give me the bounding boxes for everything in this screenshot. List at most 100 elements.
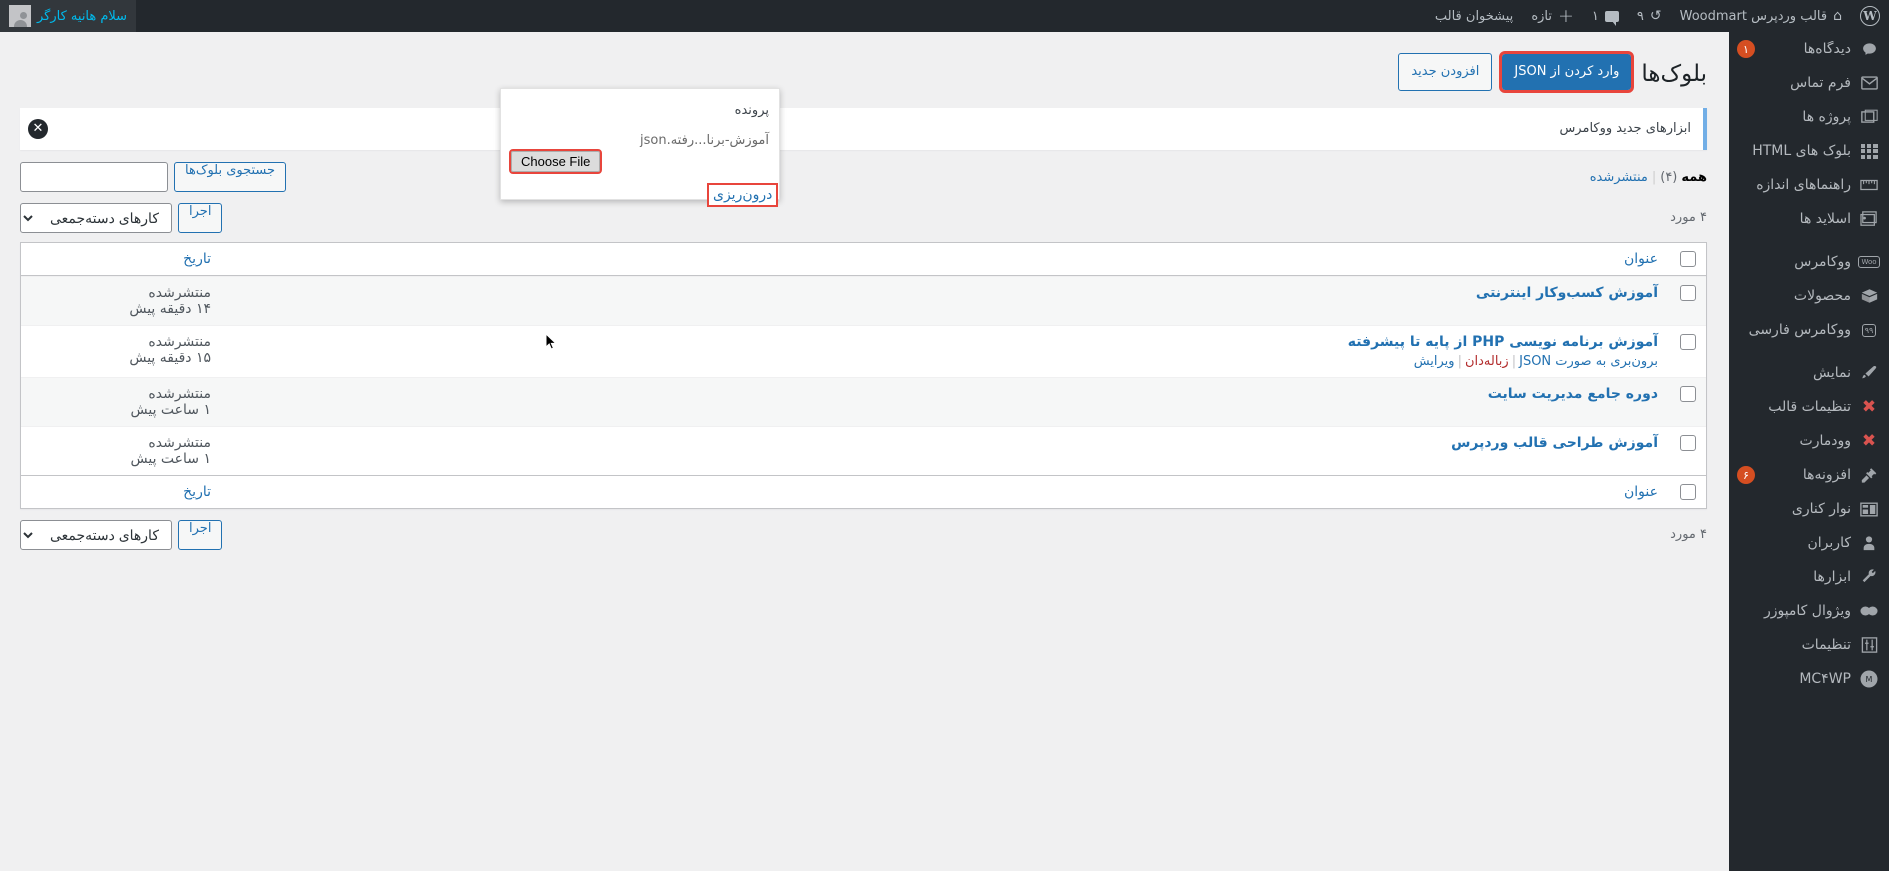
column-footer-date[interactable]: تاریخ — [21, 474, 221, 508]
sidebar-item-label: کاربران — [1807, 535, 1851, 551]
row-action-export[interactable]: برون‌بری به صورت JSON — [1519, 354, 1658, 369]
filter-all[interactable]: همه (۴) — [1660, 170, 1707, 185]
sidebar-item-theme-settings[interactable]: ✖ تنظیمات قالب — [1729, 390, 1889, 424]
row-date-cell: منتشرشده ۱۵ دقیقه پیش — [21, 324, 221, 377]
import-from-json-button[interactable]: وارد کردن از JSON — [1499, 51, 1635, 94]
sidebar-item-plugins[interactable]: افزونه‌ها ۶ — [1729, 458, 1889, 492]
sidebar-item-label: ووکامرس — [1794, 254, 1851, 270]
select-all-checkbox-top[interactable] — [1680, 250, 1696, 267]
row-action-trash[interactable]: زباله‌دان — [1465, 354, 1509, 369]
sidebar-item-contact-form[interactable]: فرم تماس — [1729, 66, 1889, 100]
tablenav-bottom: ۴ مورد اجرا کارهای دسته‌جمعی — [20, 517, 1707, 553]
bulk-action-select-top[interactable]: کارهای دسته‌جمعی — [20, 202, 172, 233]
woocommerce-notice: ابزارهای جدید ووکامرس ✕ — [20, 107, 1707, 150]
column-header-title[interactable]: عنوان — [221, 243, 1668, 276]
sidebar-item-slides[interactable]: اسلاید ها — [1729, 202, 1889, 236]
blocks-list-table: عنوان تاریخ آموزش کسب‌وکار اینترنتی منتش… — [20, 241, 1707, 509]
filter-all-link[interactable]: همه — [1681, 170, 1707, 185]
sidebar-item-mc4wp[interactable]: M MC۴WP — [1729, 662, 1889, 696]
sidebar-item-woo-persian[interactable]: ۹۹ ووکامرس فارسی — [1729, 313, 1889, 347]
sidebar-item-label: افزونه‌ها — [1802, 467, 1851, 483]
add-new-button[interactable]: افزودن جدید — [1398, 53, 1493, 92]
close-circle-icon[interactable]: ✕ — [28, 118, 48, 139]
admin-bar-right-group: W ⌂ قالب وردپرس Woodmart ↺ ۹ ۱ + تازه پی… — [1426, 0, 1889, 32]
displaying-num-bottom: ۴ مورد — [1670, 527, 1707, 543]
search-blocks-button[interactable]: جستجوی بلوک‌ها — [174, 161, 287, 192]
search-input[interactable] — [20, 161, 168, 192]
portfolio-icon — [1859, 107, 1879, 127]
sidebar-item-settings[interactable]: تنظیمات — [1729, 628, 1889, 662]
sidebar-item-size-guides[interactable]: راهنماهای اندازه — [1729, 168, 1889, 202]
filter-published[interactable]: منتشرشده — [1590, 170, 1648, 185]
column-header-date[interactable]: تاریخ — [21, 243, 221, 276]
apply-button-top[interactable]: اجرا — [178, 202, 223, 233]
theme-panel-menu[interactable]: پیشخوان قالب — [1426, 0, 1522, 32]
sidebar-item-label: تنظیمات — [1801, 637, 1851, 653]
bulk-actions-top: اجرا کارهای دسته‌جمعی — [20, 202, 223, 233]
updates-menu[interactable]: ↺ ۹ — [1628, 0, 1671, 32]
column-footer-title[interactable]: عنوان — [221, 474, 1668, 508]
filters-row: همه (۴) | منتشرشده جستجوی بلوک‌ها — [20, 161, 1707, 196]
apply-button-bottom[interactable]: اجرا — [178, 519, 223, 550]
search-box: جستجوی بلوک‌ها — [20, 161, 287, 192]
row-checkbox[interactable] — [1680, 434, 1696, 451]
bulk-action-select-bottom[interactable]: کارهای دسته‌جمعی — [20, 519, 172, 550]
table-row: دوره جامع مدیریت سایت منتشرشده ۱ ساعت پی… — [21, 376, 1706, 426]
row-date-status: منتشرشده — [148, 434, 211, 451]
row-checkbox[interactable] — [1680, 385, 1696, 402]
table-footer-row: عنوان تاریخ — [21, 474, 1706, 508]
tools-wrench-icon — [1859, 567, 1879, 587]
sidebar-item-visual-composer[interactable]: ویژوال کامپوزر — [1729, 594, 1889, 628]
row-date-ago: ۱ ساعت پیش — [130, 450, 212, 467]
row-date-status: منتشرشده — [148, 333, 211, 350]
sidebar-item-label: نمایش — [1812, 365, 1851, 381]
refresh-icon: ↺ — [1649, 8, 1662, 24]
woodmart-x-icon: ✖ — [1861, 431, 1877, 451]
sidebar-layout-icon — [1859, 499, 1879, 519]
choose-file-button[interactable]: Choose File — [508, 149, 603, 174]
filter-published-link[interactable]: منتشرشده — [1590, 170, 1648, 185]
select-all-checkbox-bottom[interactable] — [1680, 483, 1696, 500]
row-action-separator: | — [1457, 353, 1462, 369]
row-title-link[interactable]: دوره جامع مدیریت سایت — [1488, 386, 1658, 402]
sidebar-item-comments[interactable]: دیدگاه‌ها ۱ — [1729, 32, 1889, 66]
row-checkbox[interactable] — [1680, 333, 1696, 350]
row-checkbox[interactable] — [1680, 284, 1696, 301]
my-account-menu[interactable]: سلام هانیه کارگر — [0, 0, 137, 32]
sidebar-item-label: محصولات — [1793, 288, 1851, 304]
tablenav-top: ۴ مورد اجرا کارهای دسته‌جمعی — [20, 200, 1707, 236]
import-submit-button[interactable]: درون‌ریزی — [706, 183, 779, 207]
comments-menu[interactable]: ۱ — [1583, 0, 1628, 32]
row-select-cell — [1668, 376, 1706, 426]
slides-icon — [1859, 209, 1879, 229]
filter-separator: | — [1651, 169, 1657, 185]
svg-text:M: M — [1866, 675, 1873, 684]
row-title-link[interactable]: آموزش برنامه نویسی PHP از پایه تا پیشرفت… — [1348, 334, 1658, 350]
row-date-cell: منتشرشده ۱ ساعت پیش — [21, 425, 221, 475]
sidebar-item-html-blocks[interactable]: بلوک های HTML — [1729, 134, 1889, 168]
sidebar-item-woocommerce[interactable]: Woo ووکامرس — [1729, 245, 1889, 279]
page-header: بلوک‌ها وارد کردن از JSON افزودن جدید — [20, 51, 1707, 94]
sidebar-item-sidebar-manager[interactable]: نوار کناری — [1729, 492, 1889, 526]
sidebar-item-products[interactable]: محصولات — [1729, 279, 1889, 313]
sidebar-item-tools[interactable]: ابزارها — [1729, 560, 1889, 594]
plus-icon: + — [1557, 4, 1574, 27]
row-title-link[interactable]: آموزش کسب‌وکار اینترنتی — [1476, 285, 1658, 301]
sidebar-item-label: وودمارت — [1799, 433, 1851, 449]
site-name-menu[interactable]: ⌂ قالب وردپرس Woodmart — [1671, 0, 1851, 32]
status-filter-links: همه (۴) | منتشرشده — [1590, 170, 1707, 185]
wp-logo-menu[interactable]: W — [1851, 0, 1889, 32]
sidebar-item-label: ابزارها — [1813, 569, 1851, 585]
sidebar-item-label: راهنماهای اندازه — [1756, 177, 1851, 193]
sidebar-item-projects[interactable]: پروژه ها — [1729, 100, 1889, 134]
sidebar-item-appearance[interactable]: نمایش — [1729, 356, 1889, 390]
popup-file-label: پرونده — [734, 103, 769, 118]
avatar — [9, 5, 31, 27]
row-action-edit[interactable]: ویرایش — [1414, 354, 1455, 369]
new-content-menu[interactable]: + تازه — [1522, 0, 1583, 32]
sidebar-item-label: فرم تماس — [1790, 75, 1851, 91]
row-date-ago: ۱۴ دقیقه پیش — [129, 300, 211, 317]
sidebar-item-users[interactable]: کاربران — [1729, 526, 1889, 560]
sidebar-item-woodmart[interactable]: ✖ وودمارت — [1729, 424, 1889, 458]
row-title-link[interactable]: آموزش طراحی قالب وردپرس — [1451, 435, 1658, 451]
